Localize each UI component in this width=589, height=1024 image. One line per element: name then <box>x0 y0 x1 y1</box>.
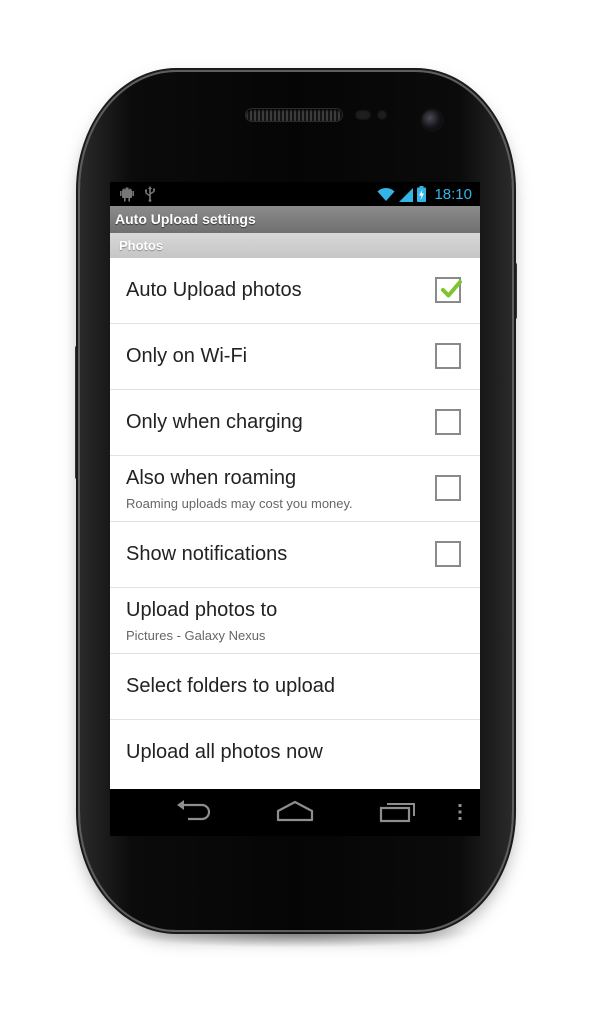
pref-upload-photos-to[interactable]: Upload photos to Pictures - Galaxy Nexus <box>110 588 480 654</box>
pref-title: Upload photos to <box>126 599 278 621</box>
pref-also-when-roaming[interactable]: Also when roaming Roaming uploads may co… <box>110 456 480 522</box>
status-time: 18:10 <box>434 185 472 203</box>
android-debug-icon <box>120 187 134 202</box>
back-icon[interactable] <box>172 799 212 825</box>
pref-select-folders[interactable]: Select folders to upload <box>110 654 480 720</box>
checkbox-only-on-wifi[interactable] <box>435 343 461 369</box>
recent-apps-icon[interactable] <box>378 799 418 825</box>
pref-title: Upload all photos now <box>126 741 323 763</box>
pref-title: Select folders to upload <box>126 675 336 697</box>
front-camera <box>422 110 442 130</box>
section-header: Photos <box>110 233 480 258</box>
preference-list: Auto Upload photos Only on Wi-Fi Only wh… <box>110 258 480 789</box>
pref-title: Show notifications <box>126 543 288 565</box>
proximity-sensor <box>355 110 371 120</box>
checkbox-show-notifications[interactable] <box>435 541 461 567</box>
pref-auto-upload-photos[interactable]: Auto Upload photos <box>110 258 480 324</box>
checkbox-auto-upload-photos[interactable] <box>435 277 462 303</box>
earpiece-speaker <box>246 109 342 121</box>
pref-title: Only on Wi-Fi <box>126 345 248 367</box>
pref-title: Only when charging <box>126 411 303 433</box>
wifi-icon <box>377 187 395 201</box>
phone-screen: 18:10 Auto Upload settings Photos Auto U… <box>110 182 480 836</box>
status-bar: 18:10 <box>110 182 480 206</box>
battery-charging-icon <box>417 186 427 202</box>
pref-summary: Roaming uploads may cost you money. <box>126 496 353 511</box>
pref-summary: Pictures - Galaxy Nexus <box>126 628 266 643</box>
section-header-label: Photos <box>119 238 164 253</box>
title-bar: Auto Upload settings <box>110 206 480 233</box>
pref-only-on-wifi[interactable]: Only on Wi-Fi <box>110 324 480 390</box>
pref-only-when-charging[interactable]: Only when charging <box>110 390 480 456</box>
light-sensor <box>377 110 387 120</box>
navigation-bar <box>110 789 480 836</box>
menu-overflow-icon[interactable] <box>454 799 466 825</box>
pref-upload-all-now[interactable]: Upload all photos now <box>110 720 480 786</box>
checkbox-also-when-roaming[interactable] <box>435 475 461 501</box>
usb-icon <box>145 186 156 202</box>
signal-icon <box>399 187 414 202</box>
pref-title: Auto Upload photos <box>126 279 302 301</box>
screen-title: Auto Upload settings <box>115 211 256 227</box>
pref-title: Also when roaming <box>126 467 297 489</box>
pref-show-notifications[interactable]: Show notifications <box>110 522 480 588</box>
checkmark-icon <box>441 280 462 298</box>
checkbox-only-when-charging[interactable] <box>435 409 461 435</box>
home-icon[interactable] <box>275 799 315 825</box>
